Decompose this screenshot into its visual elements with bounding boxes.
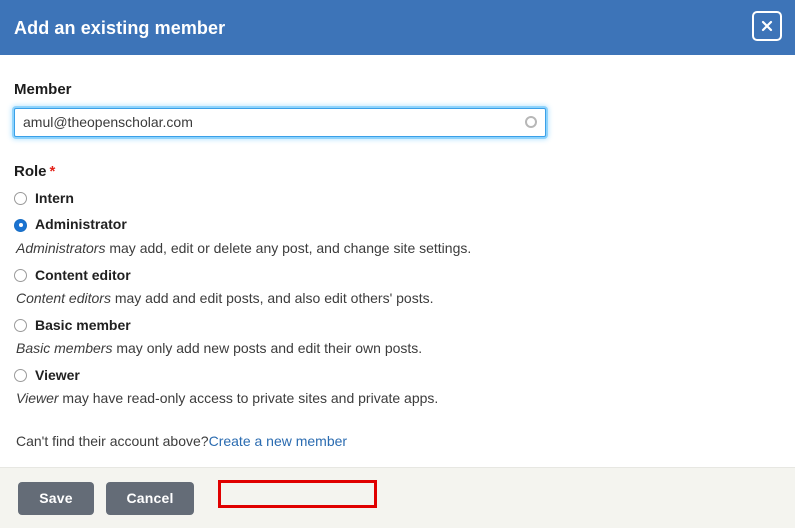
radio-option-viewer[interactable]: Viewer [14, 368, 80, 383]
radio-icon[interactable] [14, 319, 27, 332]
radio-option-basic-member[interactable]: Basic member [14, 318, 131, 333]
dialog-header: Add an existing member [0, 0, 795, 55]
create-new-member-link[interactable]: Create a new member [209, 433, 348, 449]
role-field-label: Role* [14, 137, 781, 181]
role-description-text: may have read-only access to private sit… [59, 390, 439, 406]
role-description-emphasis: Viewer [16, 390, 59, 406]
role-description-basic-member: Basic members may only add new posts and… [16, 340, 781, 357]
radio-icon[interactable] [14, 269, 27, 282]
dialog-body: Member Role* Intern Administrator Admini… [0, 55, 795, 467]
role-description-text: may only add new posts and edit their ow… [112, 340, 422, 356]
radio-label: Basic member [35, 318, 131, 333]
role-radio-group: Intern Administrator Administrators may … [14, 191, 781, 407]
member-field-label: Member [14, 55, 781, 99]
role-description-content-editor: Content editors may add and edit posts, … [16, 290, 781, 307]
radio-label: Viewer [35, 368, 80, 383]
cancel-button[interactable]: Cancel [106, 482, 194, 515]
role-description-administrator: Administrators may add, edit or delete a… [16, 240, 781, 257]
radio-icon[interactable] [14, 369, 27, 382]
create-member-prompt-text: Can't find their account above? [16, 433, 209, 449]
save-button[interactable]: Save [18, 482, 94, 515]
radio-option-content-editor[interactable]: Content editor [14, 268, 131, 283]
close-icon [760, 19, 774, 33]
role-label-text: Role [14, 163, 47, 180]
radio-option-administrator[interactable]: Administrator [14, 217, 127, 232]
radio-option-intern[interactable]: Intern [14, 191, 74, 206]
dialog-title: Add an existing member [14, 19, 225, 37]
role-description-text: may add, edit or delete any post, and ch… [105, 240, 471, 256]
dialog-footer: Save Cancel [0, 467, 795, 528]
radio-label: Intern [35, 191, 74, 206]
role-description-emphasis: Basic members [16, 340, 112, 356]
radio-label: Administrator [35, 217, 127, 232]
add-existing-member-dialog: Add an existing member Member Role* Inte… [0, 0, 795, 528]
role-description-text: may add and edit posts, and also edit ot… [111, 290, 434, 306]
member-input[interactable] [14, 108, 546, 137]
radio-label: Content editor [35, 268, 131, 283]
member-field-wrapper [14, 108, 546, 137]
role-description-viewer: Viewer may have read-only access to priv… [16, 390, 781, 407]
create-member-prompt-line: Can't find their account above?Create a … [16, 433, 347, 450]
radio-icon-selected[interactable] [14, 219, 27, 232]
required-asterisk: * [50, 163, 56, 180]
role-description-emphasis: Administrators [16, 240, 105, 256]
role-description-emphasis: Content editors [16, 290, 111, 306]
close-button[interactable] [752, 11, 782, 41]
radio-icon[interactable] [14, 192, 27, 205]
